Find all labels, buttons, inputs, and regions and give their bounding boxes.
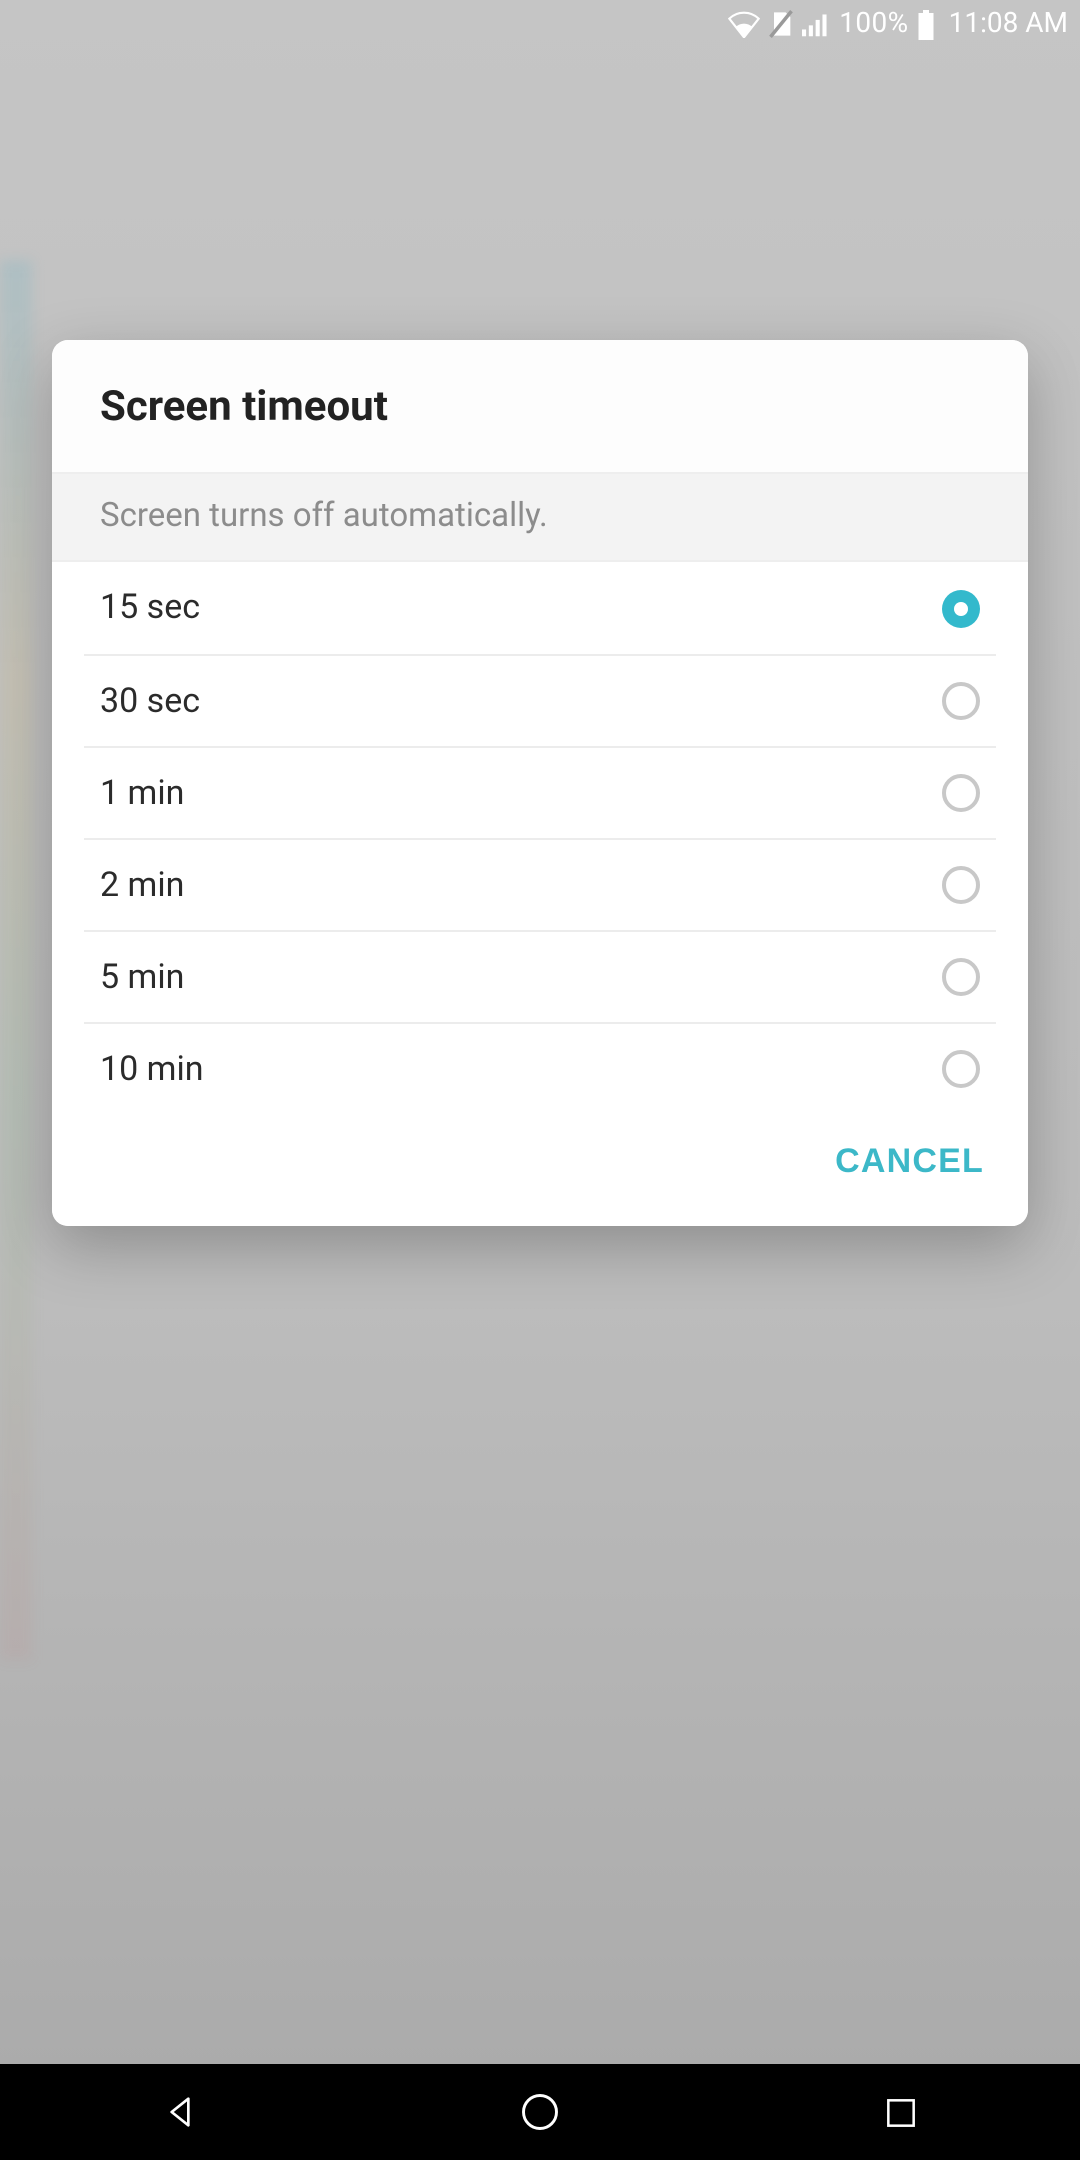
- option-label: 30 sec: [100, 681, 200, 721]
- status-time: 11:08 AM: [949, 8, 1068, 40]
- wifi-icon: [727, 10, 759, 38]
- timeout-options: 15 sec 30 sec 1 min 2 min 5 min 10 min: [52, 562, 1028, 1114]
- no-sim-icon: [767, 10, 793, 38]
- dialog-actions: CANCEL: [52, 1114, 1028, 1226]
- radio-icon: [942, 866, 980, 904]
- status-bar: 100% 11:08 AM: [0, 0, 1080, 48]
- signal-icon: [801, 10, 831, 38]
- nav-recent-button[interactable]: [836, 2064, 964, 2160]
- option-30-sec[interactable]: 30 sec: [84, 654, 996, 746]
- home-icon: [518, 2090, 562, 2134]
- option-15-sec[interactable]: 15 sec: [52, 562, 1028, 654]
- background-hint: [0, 260, 32, 1660]
- option-label: 2 min: [100, 865, 184, 905]
- option-10-min[interactable]: 10 min: [84, 1022, 996, 1114]
- cancel-button[interactable]: CANCEL: [835, 1142, 984, 1182]
- nav-back-button[interactable]: [116, 2064, 244, 2160]
- dialog-description: Screen turns off automatically.: [52, 472, 1028, 562]
- option-label: 1 min: [100, 773, 184, 813]
- option-2-min[interactable]: 2 min: [84, 838, 996, 930]
- radio-icon: [942, 682, 980, 720]
- radio-icon: [942, 774, 980, 812]
- radio-icon: [942, 589, 980, 627]
- navigation-bar: [0, 2064, 1080, 2160]
- radio-icon: [942, 1050, 980, 1088]
- option-label: 15 sec: [100, 588, 200, 628]
- option-label: 5 min: [100, 957, 184, 997]
- option-5-min[interactable]: 5 min: [84, 930, 996, 1022]
- recent-icon: [881, 2093, 919, 2131]
- nav-home-button[interactable]: [476, 2064, 604, 2160]
- option-label: 10 min: [100, 1049, 204, 1089]
- back-icon: [160, 2092, 200, 2132]
- option-1-min[interactable]: 1 min: [84, 746, 996, 838]
- radio-icon: [942, 958, 980, 996]
- screen-timeout-dialog: Screen timeout Screen turns off automati…: [52, 340, 1028, 1226]
- battery-icon: [917, 9, 937, 39]
- battery-percent: 100%: [839, 8, 908, 40]
- dialog-title: Screen timeout: [52, 340, 1028, 472]
